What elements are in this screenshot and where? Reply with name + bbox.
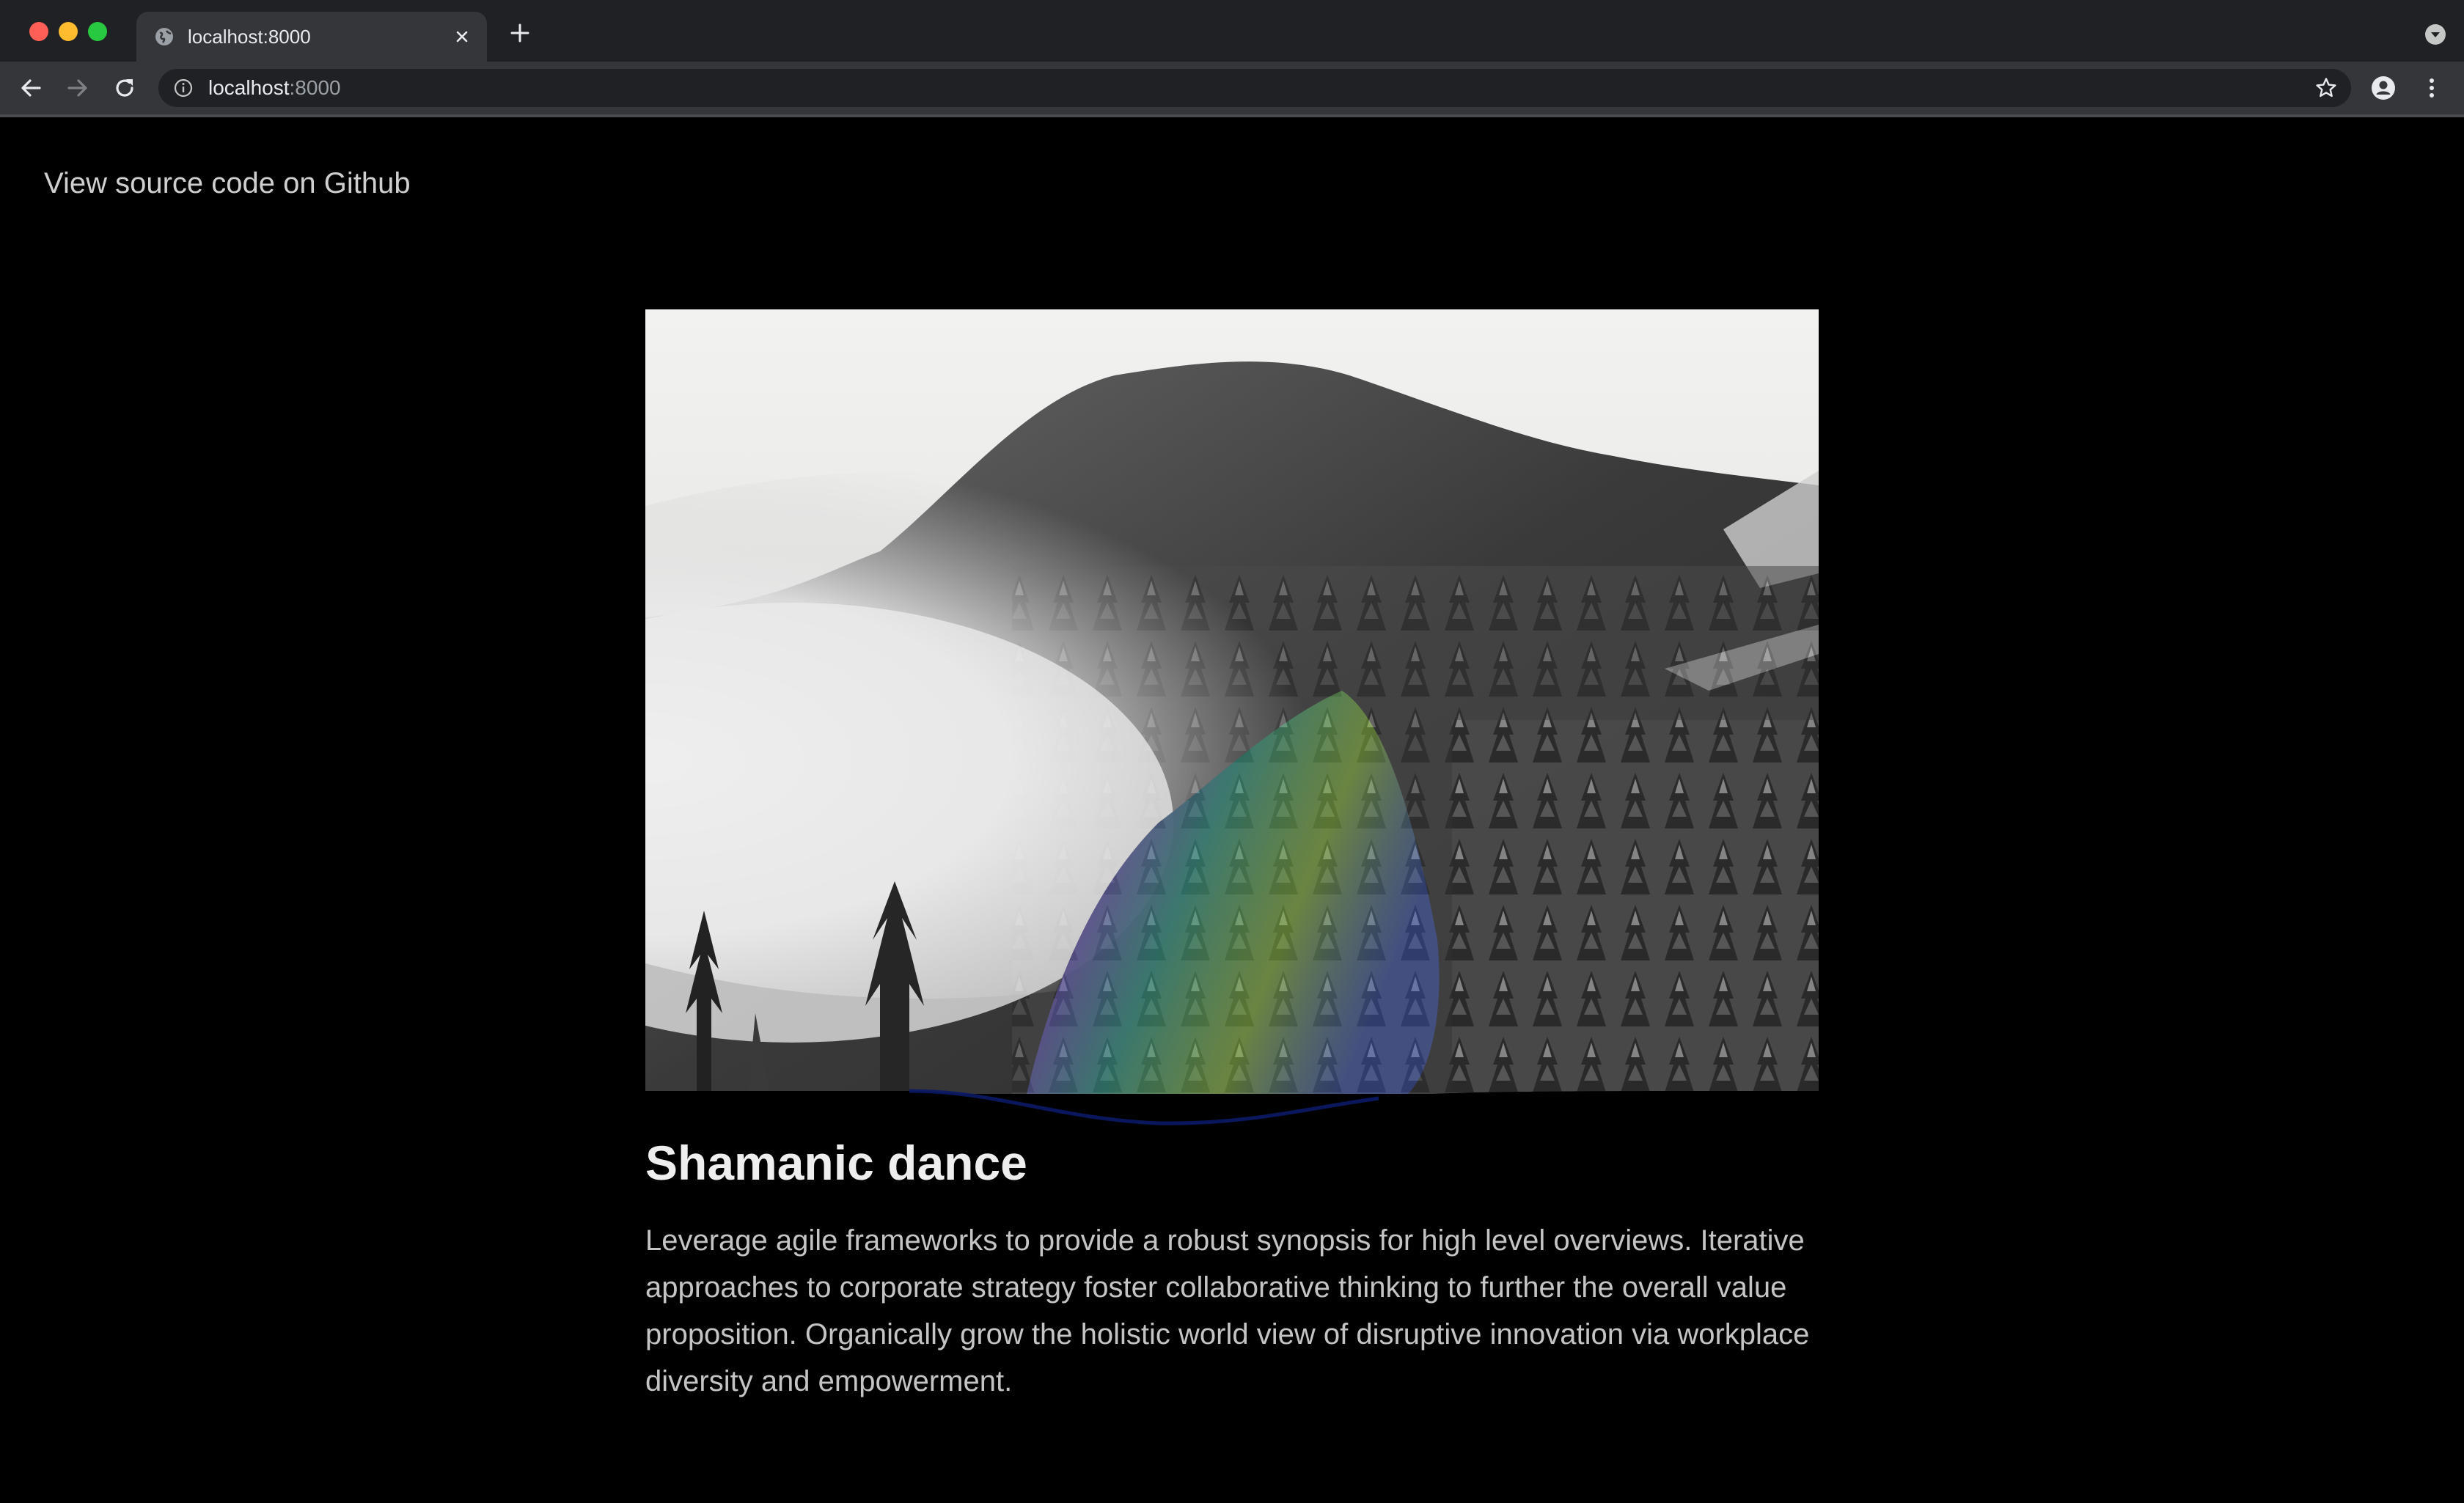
page-content: View source code on Github Shamanic danc… — [0, 117, 2464, 1503]
minimize-window-button[interactable] — [59, 22, 78, 41]
browser-toolbar: localhost:8000 — [0, 62, 2464, 114]
close-window-button[interactable] — [29, 22, 48, 41]
github-source-link[interactable]: View source code on Github — [44, 166, 411, 201]
star-icon[interactable] — [2314, 76, 2338, 100]
article-title: Shamanic dance — [645, 1136, 1027, 1190]
url-port: :8000 — [289, 76, 341, 99]
address-bar[interactable]: localhost:8000 — [158, 69, 2351, 107]
browser-window: localhost:8000 localhost:8000 View sourc… — [0, 0, 2464, 1503]
url-host: localhost — [208, 76, 290, 99]
person-icon[interactable] — [2370, 75, 2397, 101]
tab-strip: localhost:8000 — [0, 0, 2464, 62]
tab-title: localhost:8000 — [188, 26, 311, 48]
kebab-menu-icon[interactable] — [2419, 75, 2445, 101]
arrow-left-icon[interactable] — [18, 75, 44, 101]
plus-icon[interactable] — [507, 21, 532, 45]
close-icon[interactable] — [450, 25, 474, 48]
maximize-window-button[interactable] — [88, 22, 107, 41]
globe-icon — [155, 28, 173, 45]
reload-icon[interactable] — [111, 75, 138, 101]
info-icon[interactable] — [173, 78, 194, 98]
browser-tab[interactable]: localhost:8000 — [136, 12, 487, 62]
article-body: Leverage agile frameworks to provide a r… — [645, 1224, 1810, 1397]
arrow-right-icon[interactable] — [65, 75, 91, 101]
url-text[interactable]: localhost:8000 — [208, 76, 341, 100]
chevron-down-icon[interactable] — [2424, 23, 2446, 45]
hero-image — [645, 309, 1819, 1131]
